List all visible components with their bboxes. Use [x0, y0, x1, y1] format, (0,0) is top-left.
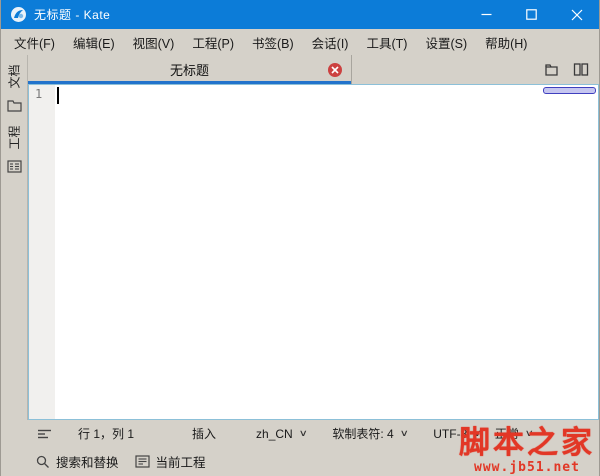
- maximize-button[interactable]: [509, 0, 554, 29]
- projects-label: 工程: [5, 125, 22, 149]
- menu-help[interactable]: 帮助(H): [476, 29, 536, 56]
- menu-project[interactable]: 工程(P): [183, 29, 243, 56]
- tab-close-button[interactable]: [328, 63, 342, 77]
- menu-edit[interactable]: 编辑(E): [64, 29, 124, 56]
- kate-app-icon: [10, 6, 27, 23]
- tabbar: 无标题: [28, 55, 599, 84]
- text-lines-icon: [37, 428, 52, 440]
- chevron-down-icon: ∨: [399, 428, 408, 439]
- word-count-button[interactable]: [37, 428, 52, 440]
- document-list-icon: [135, 455, 150, 468]
- input-mode[interactable]: 插入: [192, 425, 216, 442]
- tab-untitled[interactable]: 无标题: [28, 55, 352, 84]
- folder-icon: [7, 99, 22, 112]
- search-replace-button[interactable]: 搜索和替换: [36, 452, 119, 471]
- window-title: 无标题 - Kate: [34, 6, 110, 23]
- chevron-down-icon: ∨: [298, 428, 307, 439]
- statusbar: 行 1，列 1 插入 zh_CN ∨ 软制表符: 4 ∨ UTF-8 ∨ 正常 …: [1, 420, 599, 447]
- left-toolbar: 文档 工程: [1, 55, 28, 420]
- dictionary-selector[interactable]: zh_CN ∨: [256, 427, 306, 441]
- new-document-button[interactable]: [543, 62, 559, 77]
- titlebar: 无标题 - Kate: [1, 0, 599, 29]
- editor-view[interactable]: 1: [28, 84, 599, 420]
- sidebar-item-projects[interactable]: 工程: [1, 120, 28, 154]
- menu-sessions[interactable]: 会话(I): [303, 29, 358, 56]
- indentation-selector[interactable]: 软制表符: 4 ∨: [332, 425, 407, 442]
- close-icon: [571, 9, 583, 21]
- menu-file[interactable]: 文件(F): [5, 29, 64, 56]
- kate-window: 无标题 - Kate 文件(F) 编辑(E) 视图(V) 工程(P) 书签(B)…: [0, 0, 600, 476]
- split-view-button[interactable]: [573, 62, 589, 77]
- chevron-down-icon: ∨: [473, 428, 482, 439]
- text-area[interactable]: [55, 85, 598, 419]
- sidebar-item-documents[interactable]: 文档: [1, 59, 28, 93]
- list-view-icon: [7, 160, 22, 173]
- text-cursor: [57, 87, 59, 104]
- tab-close-icon: [331, 66, 339, 74]
- menu-view[interactable]: 视图(V): [124, 29, 184, 56]
- current-project-button[interactable]: 当前工程: [135, 452, 206, 471]
- highlight-mode-selector[interactable]: 正常 ∨: [495, 425, 533, 442]
- sidebar-item-toolview[interactable]: [7, 160, 22, 173]
- menu-bookmarks[interactable]: 书签(B): [243, 29, 303, 56]
- menubar: 文件(F) 编辑(E) 视图(V) 工程(P) 书签(B) 会话(I) 工具(T…: [1, 29, 599, 55]
- line-number-gutter: 1: [29, 85, 55, 419]
- chevron-down-icon: ∨: [525, 428, 534, 439]
- close-button[interactable]: [554, 0, 599, 29]
- cursor-position[interactable]: 行 1，列 1: [78, 425, 134, 442]
- split-view-icon: [573, 62, 589, 77]
- sidebar-item-filesystem[interactable]: [7, 99, 22, 112]
- encoding-selector[interactable]: UTF-8 ∨: [433, 427, 481, 441]
- magnifier-icon: [36, 455, 50, 469]
- line-number: 1: [35, 87, 42, 101]
- maximize-icon: [526, 9, 537, 20]
- menu-settings[interactable]: 设置(S): [416, 29, 476, 56]
- bottom-toolbar: 搜索和替换 当前工程: [1, 447, 599, 476]
- new-document-icon: [543, 62, 559, 77]
- menu-tools[interactable]: 工具(T): [357, 29, 416, 56]
- scrollbar-thumb[interactable]: [543, 87, 596, 94]
- minimize-button[interactable]: [464, 0, 509, 29]
- tab-label: 无标题: [170, 60, 209, 79]
- documents-label: 文档: [5, 64, 22, 88]
- minimize-icon: [481, 9, 492, 20]
